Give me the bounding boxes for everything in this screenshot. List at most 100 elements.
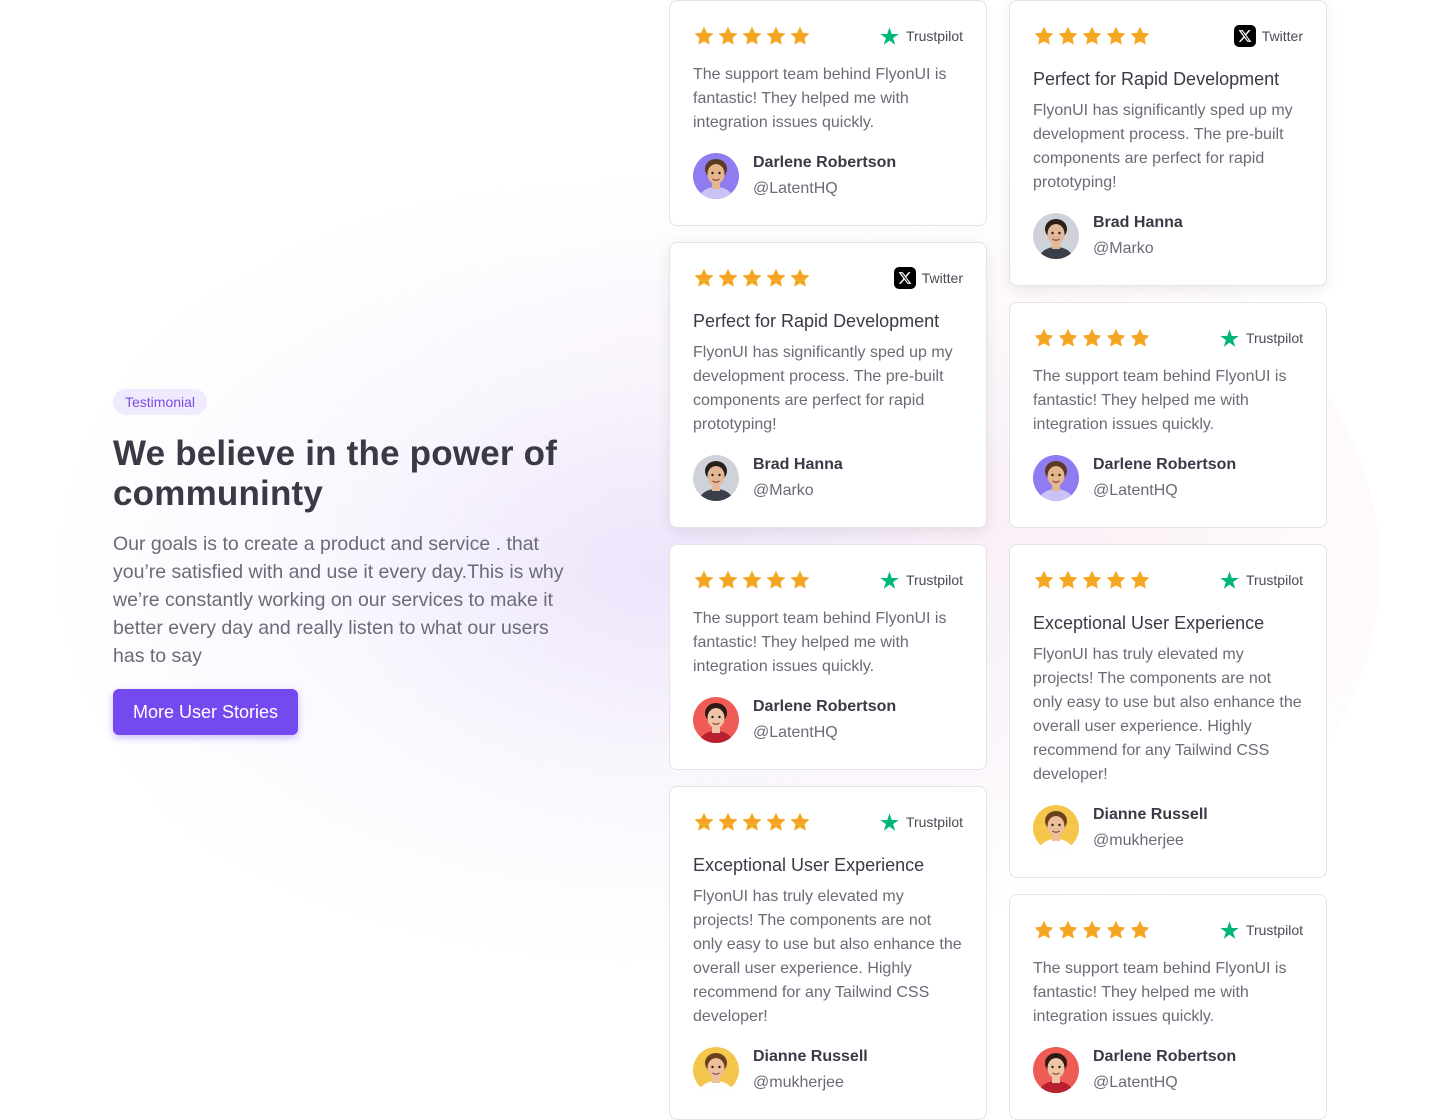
review-source-label: Trustpilot [905, 28, 963, 44]
author-handle: @Marko [753, 482, 814, 499]
star-icon [789, 25, 811, 47]
review-author: Dianne Russell @mukherjee [1033, 804, 1303, 852]
testimonial-card: Trustpilot The support team behind Flyon… [669, 544, 987, 770]
star-icon [1057, 25, 1079, 47]
review-source-label: Twitter [1261, 28, 1303, 44]
review-author: Darlene Robertson @LatentHQ [1033, 1046, 1303, 1094]
review-title: Perfect for Rapid Development [1033, 69, 1280, 89]
review-source-label: Trustpilot [1245, 572, 1303, 588]
star-icon [789, 267, 811, 289]
star-icon [765, 25, 787, 47]
star-icon [693, 569, 715, 591]
star-icon [1081, 327, 1103, 349]
star-icon [1057, 919, 1079, 941]
star-rating [1033, 919, 1151, 941]
hero-title: We believe in the power of communinty [113, 434, 558, 513]
star-icon [1129, 327, 1151, 349]
star-icon [717, 569, 739, 591]
review-author: Brad Hanna @Marko [1033, 212, 1303, 260]
review-source[interactable]: Twitter [1233, 25, 1303, 47]
star-icon [765, 267, 787, 289]
testimonial-badge: Testimonial [113, 389, 208, 415]
star-icon [1033, 25, 1055, 47]
star-icon [1105, 327, 1127, 349]
star-icon [1033, 919, 1055, 941]
review-author: Darlene Robertson @LatentHQ [693, 696, 963, 744]
star-icon [693, 25, 715, 47]
trustpilot-star-icon [879, 570, 900, 591]
star-rating [693, 25, 811, 47]
review-source[interactable]: Trustpilot [879, 26, 963, 47]
review-source[interactable]: Trustpilot [1219, 570, 1303, 591]
avatar-curly-hair-man [1033, 455, 1079, 501]
star-icon [741, 267, 763, 289]
star-icon [1105, 569, 1127, 591]
trustpilot-star-icon [879, 812, 900, 833]
star-icon [789, 811, 811, 833]
card-header: Trustpilot [1033, 917, 1303, 943]
star-icon [693, 811, 715, 833]
star-rating [693, 569, 811, 591]
review-text: FlyonUI has truly elevated my projects! … [693, 888, 962, 1025]
review-source[interactable]: Trustpilot [879, 812, 963, 833]
review-source[interactable]: Twitter [893, 267, 963, 289]
review-source[interactable]: Trustpilot [1219, 328, 1303, 349]
star-icon [1033, 327, 1055, 349]
trustpilot-star-icon [1219, 328, 1240, 349]
star-rating [693, 811, 811, 833]
review-title: Exceptional User Experience [693, 855, 925, 875]
star-rating [693, 267, 811, 289]
author-handle: @mukherjee [753, 1074, 844, 1091]
review-text: FlyonUI has significantly sped up my dev… [1033, 102, 1293, 191]
avatar-yellow-woman [1033, 805, 1079, 851]
card-header: Twitter [1033, 23, 1303, 49]
author-handle: @LatentHQ [753, 180, 838, 197]
testimonial-card: Trustpilot The support team behind Flyon… [669, 0, 987, 226]
author-name: Dianne Russell [753, 1048, 868, 1065]
card-header: Trustpilot [693, 23, 963, 49]
author-handle: @LatentHQ [753, 724, 838, 741]
review-author: Dianne Russell @mukherjee [693, 1046, 963, 1094]
review-source[interactable]: Trustpilot [1219, 920, 1303, 941]
review-source[interactable]: Trustpilot [879, 570, 963, 591]
star-icon [1081, 919, 1103, 941]
star-icon [717, 25, 739, 47]
testimonial-card: Trustpilot The support team behind Flyon… [1009, 894, 1327, 1120]
card-header: Trustpilot [1033, 325, 1303, 351]
author-name: Darlene Robertson [753, 698, 897, 715]
star-icon [765, 811, 787, 833]
review-title: Exceptional User Experience [1033, 613, 1265, 633]
review-title: Perfect for Rapid Development [693, 311, 940, 331]
author-name: Brad Hanna [753, 456, 843, 473]
avatar-curly-hair-man [693, 153, 739, 199]
star-icon [1129, 919, 1151, 941]
star-icon [1129, 25, 1151, 47]
author-handle: @LatentHQ [1093, 482, 1178, 499]
star-icon [741, 25, 763, 47]
review-author: Darlene Robertson @LatentHQ [693, 152, 963, 200]
star-rating [1033, 25, 1151, 47]
testimonial-card: Trustpilot Exceptional User Experience F… [669, 786, 987, 1120]
more-user-stories-button[interactable]: More User Stories [113, 689, 299, 735]
author-name: Dianne Russell [1093, 806, 1208, 823]
testimonial-card: Trustpilot The support team behind Flyon… [1009, 302, 1327, 528]
review-text: The support team behind FlyonUI is fanta… [693, 66, 947, 131]
avatar-red-woman [1033, 1047, 1079, 1093]
card-header: Trustpilot [693, 567, 963, 593]
star-icon [1081, 569, 1103, 591]
avatar-yellow-woman [693, 1047, 739, 1093]
trustpilot-star-icon [1219, 920, 1240, 941]
author-name: Darlene Robertson [1093, 456, 1237, 473]
star-icon [765, 569, 787, 591]
avatar-bearded-man [1033, 213, 1079, 259]
author-name: Brad Hanna [1093, 214, 1183, 231]
author-handle: @Marko [1093, 240, 1154, 257]
review-text: The support team behind FlyonUI is fanta… [1033, 960, 1287, 1025]
star-icon [693, 267, 715, 289]
review-source-label: Trustpilot [905, 814, 963, 830]
author-handle: @mukherjee [1093, 832, 1184, 849]
star-icon [1033, 569, 1055, 591]
star-icon [741, 811, 763, 833]
author-name: Darlene Robertson [1093, 1048, 1237, 1065]
star-icon [789, 569, 811, 591]
